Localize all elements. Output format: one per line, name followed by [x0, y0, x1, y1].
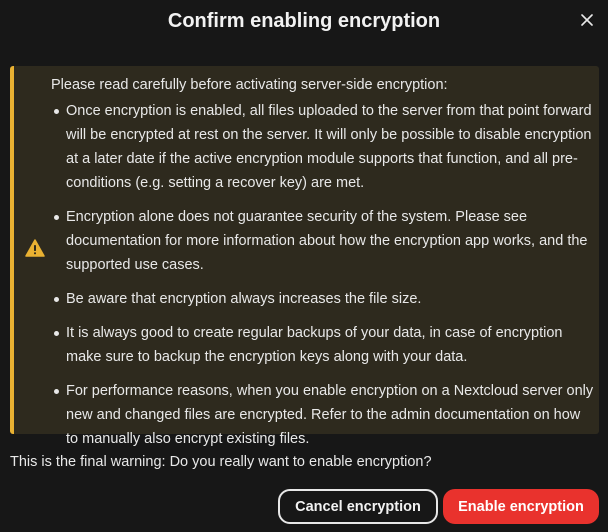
list-item: Be aware that encryption always increase…	[54, 287, 596, 311]
close-icon	[581, 14, 593, 26]
warning-notecard: Please read carefully before activating …	[10, 66, 599, 447]
warning-intro: Please read carefully before activating …	[51, 77, 448, 93]
list-item: Encryption alone does not guarantee secu…	[54, 205, 596, 277]
cancel-encryption-button[interactable]: Cancel encryption	[278, 489, 438, 524]
list-item: Once encryption is enabled, all files up…	[54, 99, 596, 195]
warning-icon	[25, 239, 45, 257]
warning-list: Once encryption is enabled, all files up…	[51, 99, 596, 461]
list-item: For performance reasons, when you enable…	[54, 379, 596, 451]
confirm-encryption-dialog: Confirm enabling encryption Please read …	[0, 0, 608, 532]
enable-encryption-button[interactable]: Enable encryption	[443, 489, 599, 524]
list-item: It is always good to create regular back…	[54, 321, 596, 369]
final-warning-text: This is the final warning: Do you really…	[10, 454, 432, 470]
close-button[interactable]	[576, 9, 598, 31]
dialog-title: Confirm enabling encryption	[167, 10, 441, 32]
